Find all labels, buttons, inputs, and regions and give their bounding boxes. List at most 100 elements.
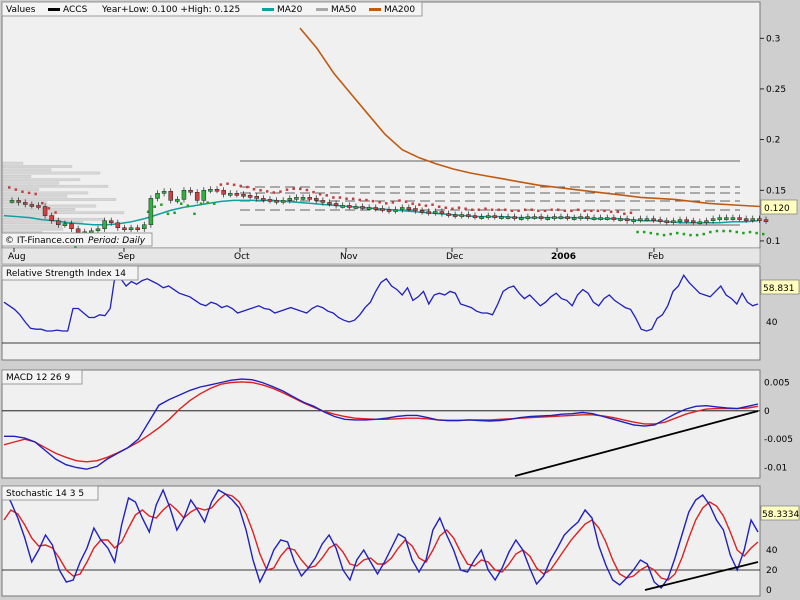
candle-body (763, 219, 769, 222)
candle-body (201, 190, 207, 201)
candle-body (724, 217, 729, 220)
volume-profile-bar (2, 204, 97, 208)
macd-y-tick-label: 0.005 (764, 379, 790, 389)
candle-body (406, 207, 412, 210)
rsi-last-value: 58.831 (763, 284, 795, 294)
candle-body (618, 218, 623, 221)
candle-body (353, 206, 359, 209)
candle-body (532, 216, 537, 219)
candle-body (313, 198, 319, 201)
stock-chart: 0.1 0.15 0.2 0.25 0.3 Aug Sep Oct Nov Dec 2006 Feb 4… (1, 1, 799, 597)
candle-body (571, 217, 577, 220)
psar-dot (378, 201, 381, 204)
psar-dot (232, 183, 236, 187)
psar-dot (54, 211, 57, 214)
psar-dot (153, 205, 157, 208)
candle-body (221, 190, 226, 195)
volume-profile-bar (2, 165, 73, 168)
candle-body (578, 216, 584, 219)
x-axis-label: Nov (340, 252, 358, 262)
candle-body (644, 218, 650, 221)
psar-dot (695, 233, 699, 237)
psar-dot (636, 230, 639, 234)
candle-body (657, 219, 663, 222)
stoch-last-value: 58.3334 (762, 510, 799, 520)
candle-body (565, 216, 570, 219)
psar-dot (213, 202, 216, 205)
volume-profile-bar (2, 191, 89, 195)
psar-dot (451, 207, 454, 210)
psar-dot (365, 198, 368, 202)
candle-body (62, 223, 68, 226)
candle-body (95, 228, 101, 232)
psar-dot (470, 208, 474, 212)
candle-body (605, 217, 610, 220)
volume-profile-bar (2, 171, 101, 175)
candle-body (631, 219, 636, 222)
candle-body (690, 220, 696, 223)
candle-body (29, 204, 35, 207)
psar-dot (656, 232, 659, 236)
candle-body (466, 214, 471, 217)
candle-body (194, 192, 200, 201)
price-panel (1, 1, 761, 249)
candle-body (181, 190, 187, 200)
legend-ma20: MA20 (277, 5, 303, 15)
psar-dot (609, 210, 613, 214)
candle-body (492, 215, 498, 218)
candle-body (611, 217, 617, 220)
psar-dot (34, 192, 37, 196)
psar-dot (391, 201, 395, 204)
macd-y-tick-label: -0.005 (764, 435, 793, 445)
psar-dot (477, 208, 481, 212)
psar-dot (642, 230, 646, 234)
candle-body (188, 190, 193, 193)
x-axis-label: Aug (8, 252, 26, 262)
psar-dot (325, 194, 328, 197)
candle-body (624, 218, 630, 221)
psar-dot (351, 197, 355, 201)
candle-body (287, 198, 293, 201)
stoch-title: Stochastic 14 3 5 (6, 489, 84, 499)
psar-dot (735, 230, 739, 234)
price-y-tick-label: 0.25 (766, 85, 786, 95)
psar-dot (219, 183, 223, 186)
psar-dot (504, 208, 507, 212)
stoch-y-tick-label: 40 (766, 546, 778, 556)
candle-body (108, 220, 114, 223)
psar-dot (603, 209, 606, 213)
legend-ticker: ACCS (63, 5, 88, 15)
candle-body (697, 221, 703, 224)
price-last-value: 0.120 (764, 204, 790, 214)
psar-dot (186, 204, 190, 207)
candle-body (16, 200, 21, 203)
psar-dot (312, 190, 315, 194)
candle-body (161, 191, 167, 194)
volume-profile-bar (2, 181, 60, 185)
psar-dot (530, 208, 534, 212)
psar-dot (398, 199, 401, 202)
candle-body (664, 220, 670, 223)
candle-body (419, 210, 425, 213)
candle-body (671, 220, 676, 223)
psar-dot (570, 209, 573, 213)
candle-body (360, 206, 365, 209)
volume-profile-bar (2, 194, 68, 198)
psar-dot (649, 231, 653, 235)
candle-body (75, 228, 81, 234)
psar-dot (702, 232, 705, 236)
psar-dot (748, 230, 752, 234)
candle-body (439, 211, 445, 214)
candle-body (591, 217, 597, 220)
price-y-tick-label: 0.2 (766, 136, 780, 146)
psar-dot (299, 187, 302, 191)
macd-y-tick-label: 0 (764, 407, 770, 417)
candle-body (638, 218, 643, 221)
candle-body (102, 220, 107, 230)
candle-body (155, 193, 160, 199)
psar-dot (583, 209, 586, 213)
rsi-title: Relative Strength Index 14 (6, 269, 126, 279)
volume-profile-bar (2, 211, 125, 215)
candle-body (585, 216, 590, 219)
candle-body (393, 209, 398, 212)
